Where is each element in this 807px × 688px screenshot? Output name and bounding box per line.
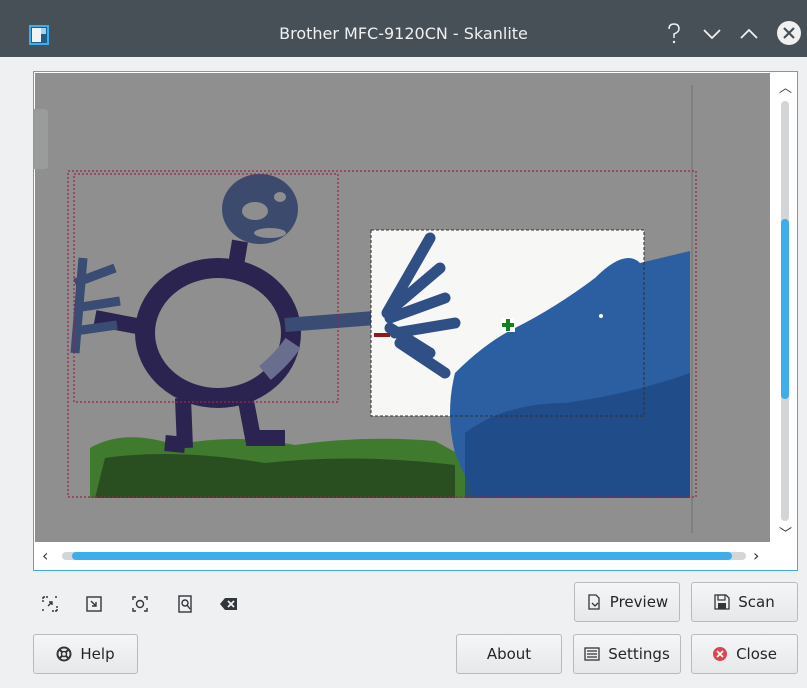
close-icon[interactable] bbox=[776, 20, 802, 46]
title-bar[interactable]: Brother MFC-9120CN - Skanlite bbox=[0, 0, 807, 57]
zoom-fit-page-icon[interactable] bbox=[175, 594, 195, 614]
close-button-label: Close bbox=[736, 645, 777, 663]
maximize-icon[interactable] bbox=[737, 22, 761, 46]
scan-button[interactable]: Scan bbox=[691, 582, 798, 622]
options-panel-toggle[interactable] bbox=[34, 109, 48, 169]
scroll-up-icon[interactable]: ︿ bbox=[779, 77, 792, 96]
preview-button-label: Preview bbox=[609, 593, 669, 611]
save-icon bbox=[714, 594, 730, 610]
scroll-right-icon[interactable]: › bbox=[753, 546, 759, 565]
close-button[interactable]: Close bbox=[691, 634, 798, 674]
close-circle-icon bbox=[713, 647, 728, 661]
zoom-to-selection-icon[interactable] bbox=[84, 594, 104, 614]
about-button-label: About bbox=[486, 645, 532, 663]
minimize-icon[interactable] bbox=[700, 22, 724, 46]
clear-selections-icon[interactable] bbox=[219, 594, 239, 614]
vertical-scroll-thumb[interactable] bbox=[781, 219, 789, 399]
settings-icon bbox=[584, 647, 600, 661]
horizontal-scrollbar[interactable]: ‹ › bbox=[35, 543, 774, 569]
help-icon[interactable] bbox=[662, 22, 686, 46]
preview-area[interactable]: ︿ ﹀ ‹ › bbox=[33, 71, 798, 571]
about-button[interactable]: About bbox=[456, 634, 562, 674]
add-selection-marker-icon[interactable] bbox=[501, 318, 515, 332]
remove-selection-marker-icon[interactable] bbox=[374, 333, 390, 337]
settings-button-label: Settings bbox=[608, 645, 670, 663]
auto-select-icon[interactable] bbox=[130, 594, 150, 614]
scan-preview-image[interactable] bbox=[35, 73, 770, 542]
vertical-scroll-track[interactable] bbox=[781, 101, 789, 521]
help-button[interactable]: Help bbox=[33, 634, 138, 674]
zoom-fit-selection-icon[interactable] bbox=[40, 594, 60, 614]
scanned-drawing bbox=[35, 73, 770, 542]
help-button-label: Help bbox=[80, 645, 115, 663]
preview-icon bbox=[588, 594, 600, 610]
horizontal-scroll-thumb[interactable] bbox=[72, 552, 732, 560]
skanlite-window: Brother MFC-9120CN - Skanlite ︿ ﹀ ‹ › Pr… bbox=[0, 0, 807, 688]
settings-button[interactable]: Settings bbox=[573, 634, 681, 674]
horizontal-scroll-track[interactable] bbox=[62, 552, 746, 560]
preview-button[interactable]: Preview bbox=[574, 582, 680, 622]
scroll-down-icon[interactable]: ﹀ bbox=[779, 523, 792, 542]
scan-button-label: Scan bbox=[738, 593, 775, 611]
lifebuoy-icon bbox=[56, 646, 72, 662]
vertical-scrollbar[interactable]: ︿ ﹀ bbox=[774, 73, 796, 542]
scroll-left-icon[interactable]: ‹ bbox=[42, 546, 48, 565]
